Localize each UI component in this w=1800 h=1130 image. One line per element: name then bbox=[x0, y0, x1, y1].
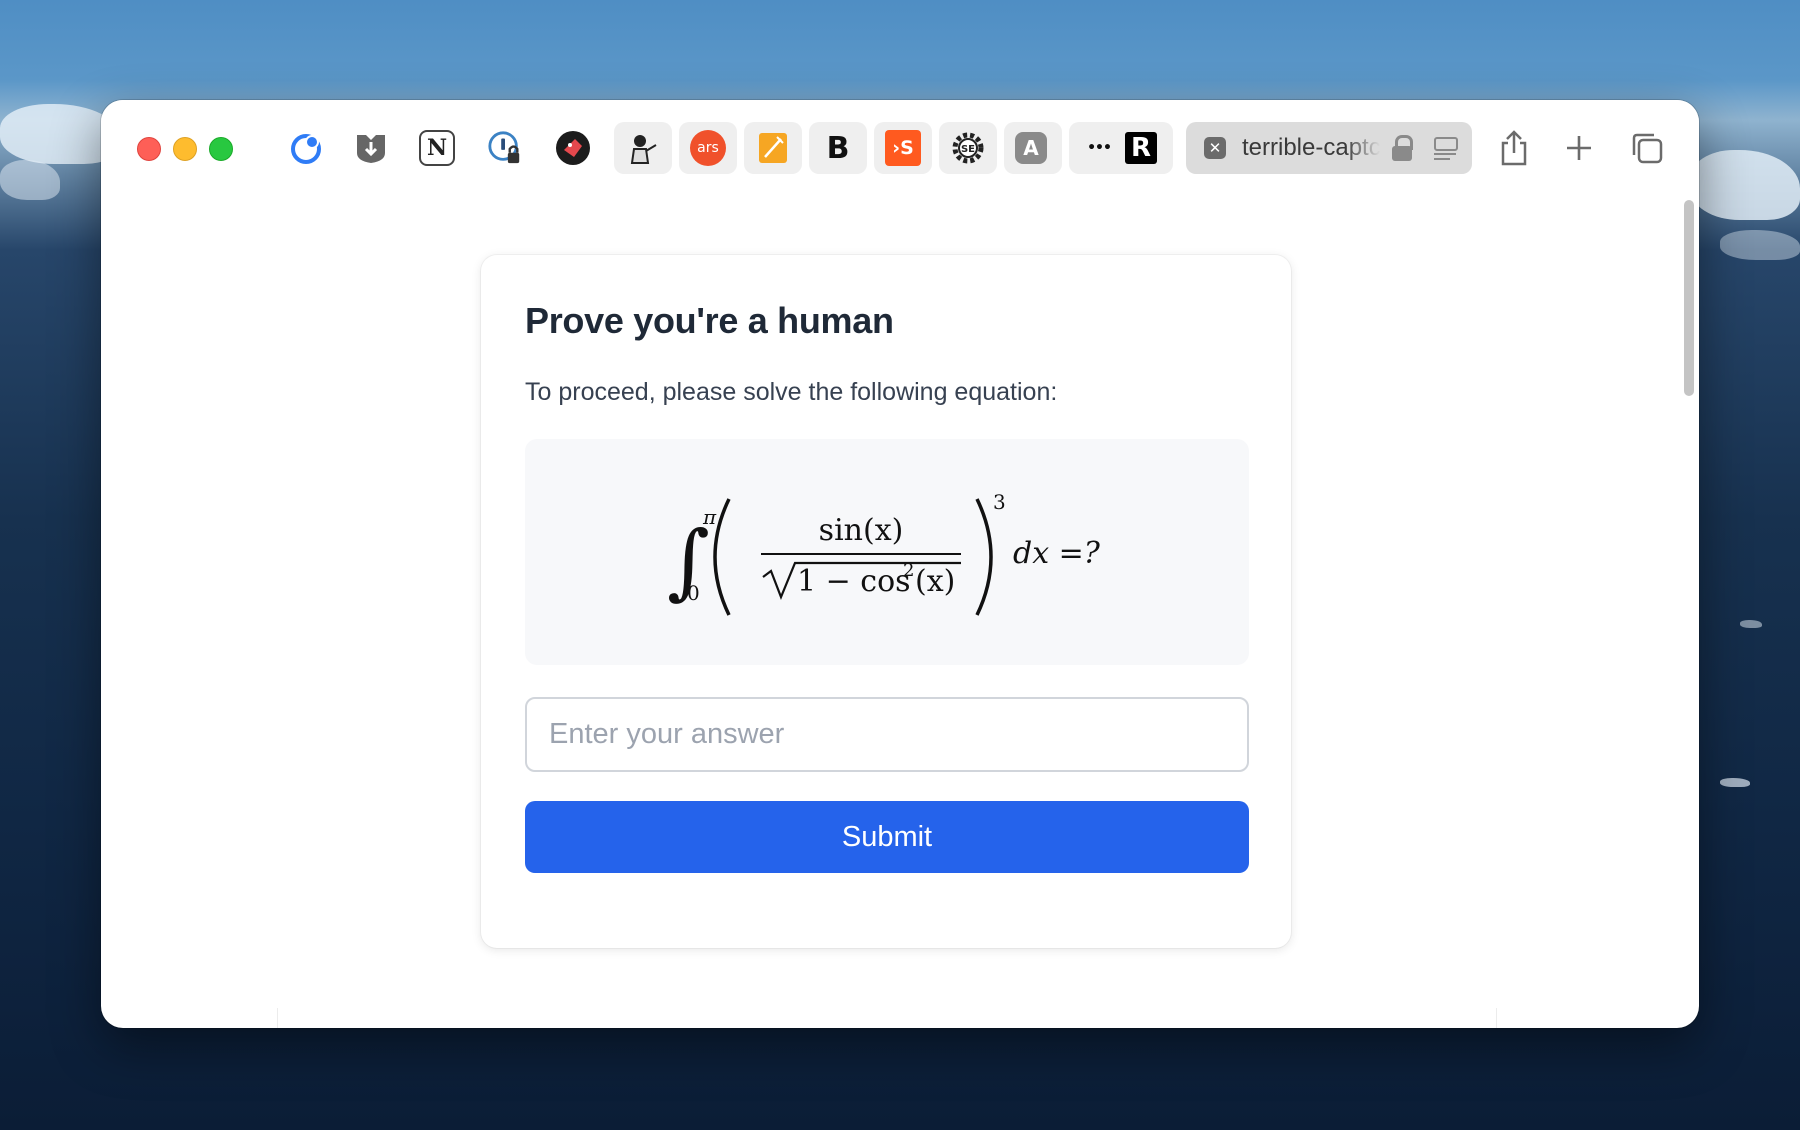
browser-window: N ars B ›S SE A ••• R ✕ terrible-captc P… bbox=[101, 100, 1699, 1028]
submit-button[interactable]: Submit bbox=[525, 801, 1249, 873]
page-title: Prove you're a human bbox=[525, 300, 894, 341]
substack-icon[interactable]: ›S bbox=[885, 130, 921, 166]
cartoon-figure-icon[interactable] bbox=[625, 130, 661, 166]
new-tab-icon[interactable] bbox=[1559, 128, 1599, 168]
se-gear-icon[interactable]: SE bbox=[950, 130, 986, 166]
orange-notebook-icon[interactable] bbox=[755, 130, 791, 166]
scrollbar[interactable] bbox=[1682, 200, 1696, 1000]
crescent-ring-icon[interactable] bbox=[289, 130, 325, 166]
reader-icon[interactable] bbox=[1432, 135, 1458, 161]
ars-icon[interactable]: ars bbox=[690, 130, 726, 166]
r-logo-icon[interactable]: R bbox=[1125, 132, 1157, 164]
answer-input[interactable] bbox=[525, 697, 1249, 772]
red-bird-icon[interactable] bbox=[555, 130, 591, 166]
close-icon[interactable]: ✕ bbox=[1204, 137, 1226, 159]
divider bbox=[1496, 1008, 1497, 1028]
radicand-end: (x) bbox=[915, 564, 955, 599]
tab-overview-icon[interactable] bbox=[1627, 128, 1667, 168]
tab-title: terrible-captcha bbox=[1242, 134, 1380, 161]
left-paren bbox=[713, 498, 731, 616]
active-tab[interactable]: ✕ terrible-captcha bbox=[1186, 122, 1472, 174]
divider bbox=[277, 1008, 278, 1028]
instruction-text: To proceed, please solve the following e… bbox=[525, 378, 1058, 406]
fraction-bar bbox=[761, 553, 961, 555]
outer-exponent: 3 bbox=[993, 490, 1006, 514]
browser-toolbar: N ars B ›S SE A ••• R ✕ terrible-captc bbox=[101, 100, 1699, 195]
dots-icon[interactable]: ••• bbox=[1081, 130, 1117, 166]
equation-suffix: dx =? bbox=[1013, 536, 1101, 571]
svg-text:SE: SE bbox=[961, 144, 975, 155]
numerator: sin(x) bbox=[819, 513, 904, 548]
window-zoom-button[interactable] bbox=[209, 137, 233, 161]
password-lock-icon[interactable] bbox=[487, 130, 523, 166]
window-close-button[interactable] bbox=[137, 137, 161, 161]
equation: ∫ π 0 sin(x) 1 − cos 2 (x) 3 dx =? bbox=[667, 490, 1101, 616]
download-shield-icon[interactable] bbox=[353, 130, 389, 166]
window-minimize-button[interactable] bbox=[173, 137, 197, 161]
scrollbar-thumb[interactable] bbox=[1684, 200, 1694, 396]
radicand-start: 1 − cos bbox=[797, 564, 911, 599]
letter-a-icon[interactable]: A bbox=[1015, 132, 1047, 164]
right-paren bbox=[975, 498, 993, 616]
lower-limit: 0 bbox=[687, 581, 700, 605]
radicand-power: 2 bbox=[903, 560, 914, 581]
upper-limit: π bbox=[702, 505, 717, 529]
equation-box: ∫ π 0 sin(x) 1 − cos 2 (x) 3 dx =? bbox=[525, 439, 1249, 665]
lock-icon bbox=[1392, 135, 1414, 161]
share-icon[interactable] bbox=[1494, 128, 1534, 168]
notion-icon[interactable]: N bbox=[419, 130, 455, 166]
captcha-card: Prove you're a human To proceed, please … bbox=[481, 255, 1291, 948]
bold-b-icon[interactable]: B bbox=[820, 130, 856, 166]
